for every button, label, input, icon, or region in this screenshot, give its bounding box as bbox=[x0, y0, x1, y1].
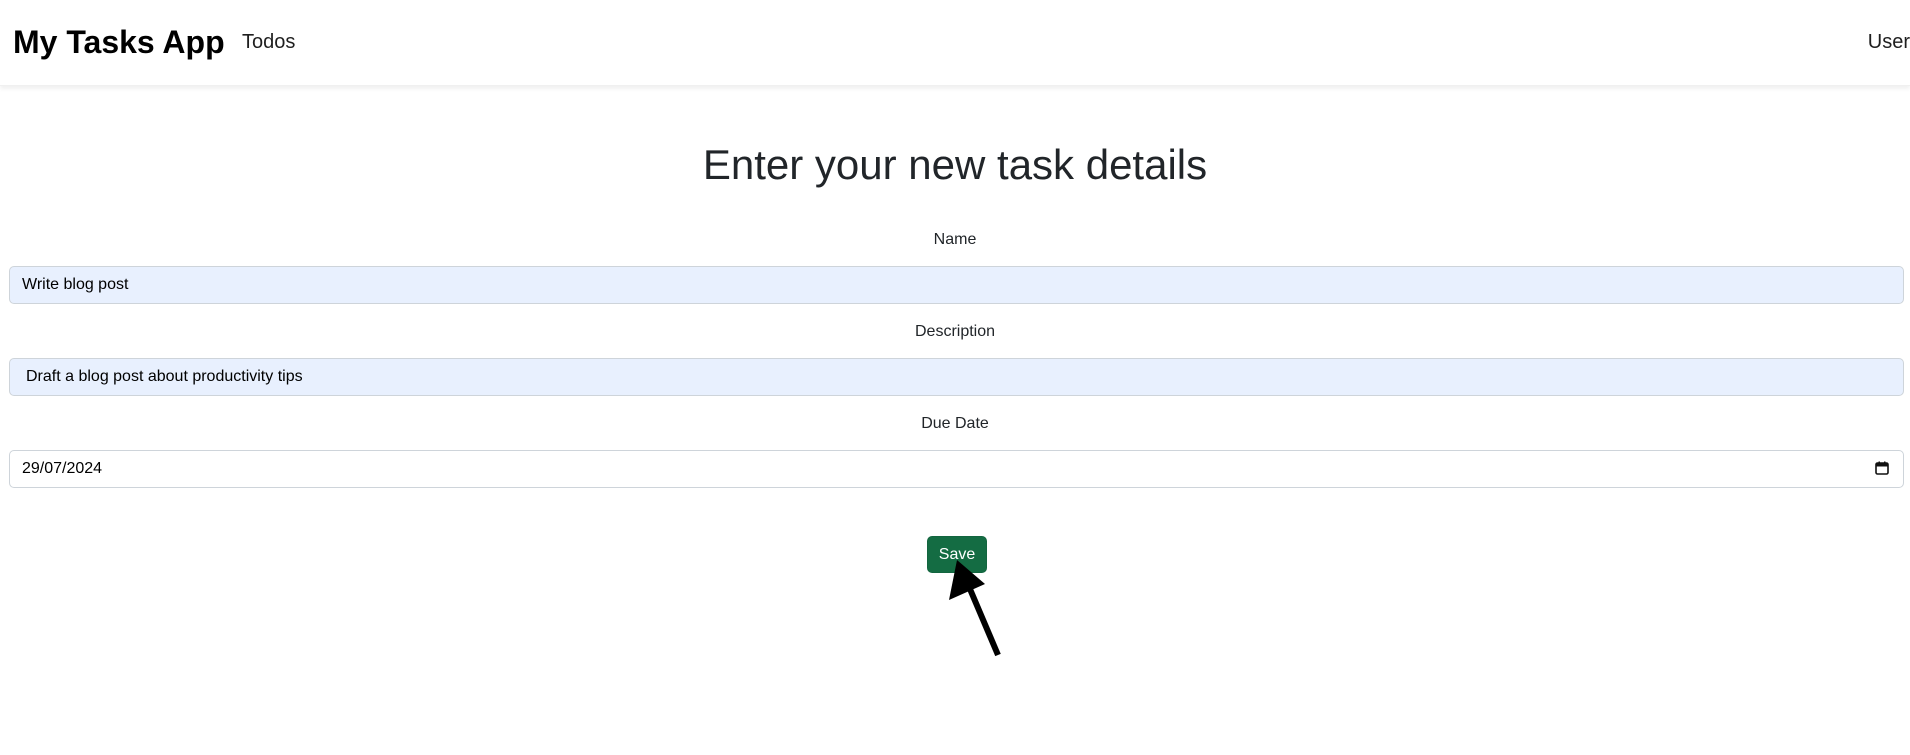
due-date-label: Due Date bbox=[921, 415, 989, 432]
navbar: My Tasks App Todos User bbox=[0, 0, 1910, 86]
arrow-pointer-icon bbox=[949, 560, 1001, 657]
app-brand[interactable]: My Tasks App bbox=[13, 22, 225, 62]
due-date-input[interactable] bbox=[9, 450, 1904, 488]
nav-link-todos[interactable]: Todos bbox=[242, 29, 295, 55]
calendar-icon[interactable] bbox=[1875, 461, 1889, 475]
description-label: Description bbox=[914, 323, 996, 340]
user-menu[interactable]: User bbox=[1868, 29, 1910, 55]
page-title: Enter your new task details bbox=[702, 141, 1208, 188]
name-label: Name bbox=[933, 231, 977, 248]
description-input[interactable] bbox=[9, 358, 1904, 396]
name-input[interactable] bbox=[9, 266, 1904, 304]
